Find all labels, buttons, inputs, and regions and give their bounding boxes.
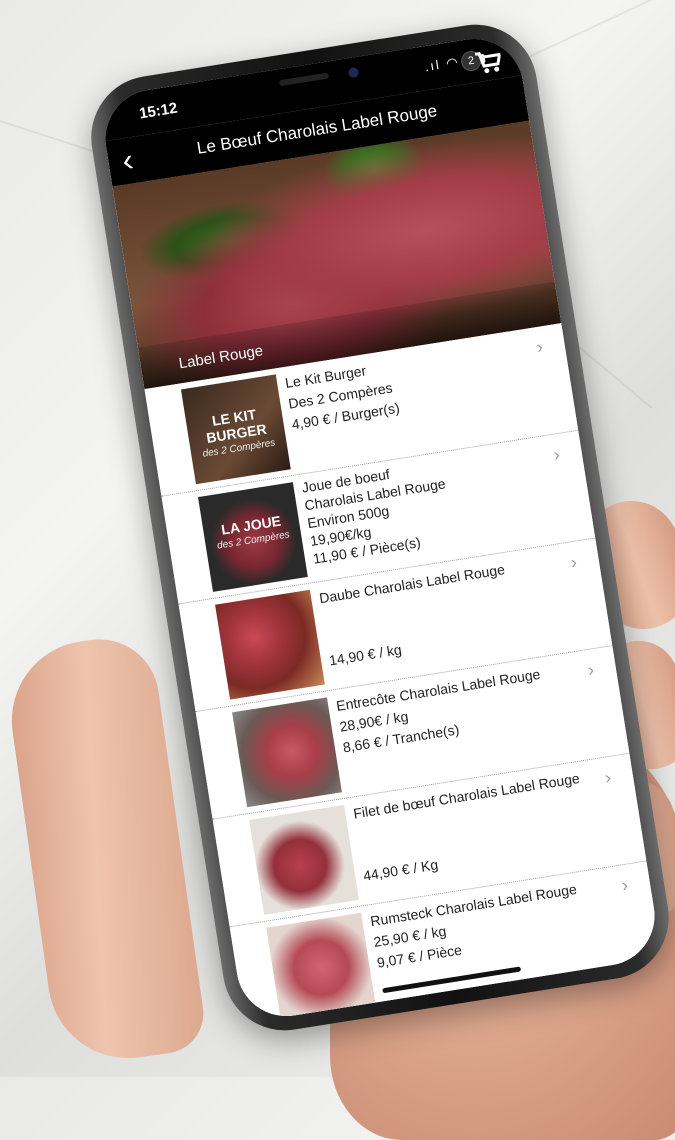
thumbnail-caption: LA JOUE des 2 Compères: [216, 512, 291, 552]
product-thumbnail: [232, 697, 342, 808]
back-chevron-icon[interactable]: ‹: [120, 141, 136, 178]
marble-vein: [519, 0, 666, 62]
cart-button[interactable]: 2: [459, 42, 504, 82]
signal-icon: .ıl: [423, 56, 442, 75]
speaker-grille: [278, 72, 330, 87]
product-thumbnail: LE KIT BURGER des 2 Compères: [180, 374, 291, 485]
wifi-icon: ◠: [445, 53, 461, 71]
product-thumbnail: [215, 589, 325, 700]
product-thumbnail: LA JOUE des 2 Compères: [198, 482, 308, 592]
product-thumbnail: [249, 805, 359, 915]
camera-dot: [347, 66, 360, 79]
thumbnail-caption: LE KIT BURGER des 2 Compères: [201, 406, 277, 460]
status-time: 15:12: [138, 99, 179, 123]
product-list: LE KIT BURGER des 2 Compères Le Kit Burg…: [144, 323, 662, 1024]
cart-icon: [474, 51, 502, 74]
hand-thumb: [1, 631, 209, 1069]
product-thumbnail: [266, 912, 377, 1023]
